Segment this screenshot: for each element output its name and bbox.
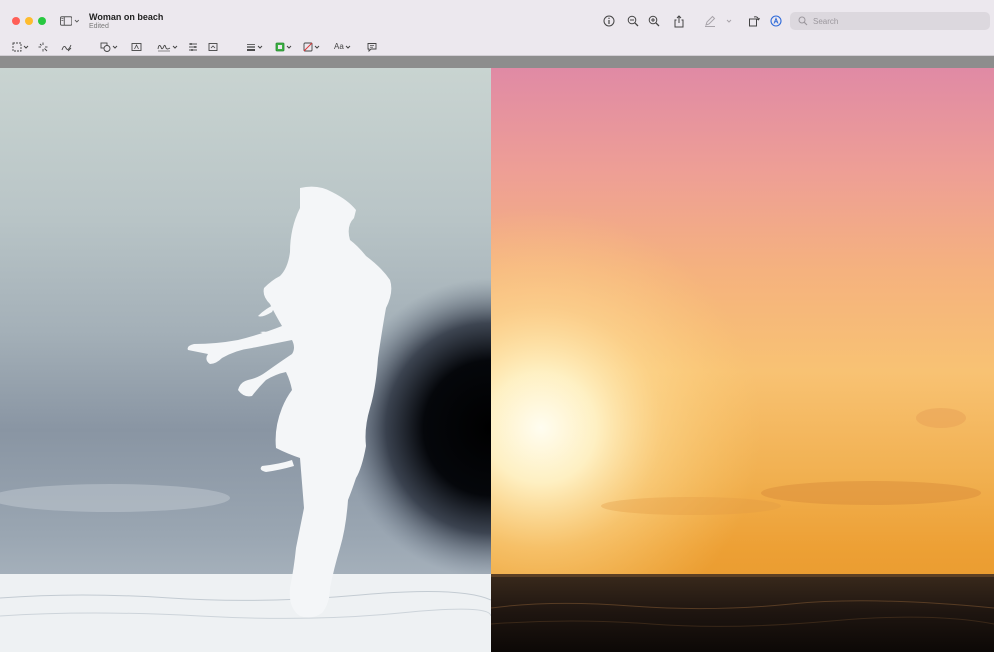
woman-silhouette-scene	[0, 68, 491, 652]
adjust-color-button[interactable]	[188, 41, 198, 52]
adjust-size-icon	[208, 42, 218, 51]
adjust-size-button[interactable]	[208, 41, 218, 52]
search-icon	[798, 16, 808, 26]
chevron-down-icon	[345, 45, 351, 49]
selection-tools-button[interactable]	[12, 41, 29, 52]
markup-toolbar: Aa	[0, 38, 994, 55]
sidebar-toggle-icon	[60, 16, 73, 26]
preview-window: Woman on beach Edited Search Aa	[0, 0, 994, 652]
rect-select-icon	[12, 42, 22, 51]
sunset-scene	[491, 68, 994, 652]
image-canvas[interactable]	[0, 68, 994, 652]
sidebar-toggle-button[interactable]	[60, 13, 80, 29]
border-color-button[interactable]	[275, 41, 292, 52]
document-status: Edited	[89, 23, 109, 30]
text-style-label: Aa	[334, 42, 344, 51]
chevron-down-icon	[23, 45, 29, 49]
document-title[interactable]: Woman on beach	[89, 12, 163, 22]
text-box-icon	[131, 42, 142, 51]
share-button[interactable]	[671, 13, 687, 29]
fill-color-icon	[303, 42, 313, 51]
signature-button[interactable]	[157, 41, 178, 52]
sketch-button[interactable]	[61, 41, 72, 52]
sketch-icon	[61, 44, 72, 51]
chevron-down-icon	[257, 45, 263, 49]
info-icon	[603, 15, 615, 27]
maximize-button[interactable]	[38, 17, 46, 25]
highlight-menu-button[interactable]	[724, 13, 734, 29]
shapes-button[interactable]	[100, 41, 118, 52]
text-style-button[interactable]: Aa	[334, 41, 351, 52]
markup-button[interactable]	[768, 13, 784, 29]
chevron-down-icon	[112, 45, 118, 49]
border-style-icon	[247, 43, 255, 51]
minimize-button[interactable]	[25, 17, 33, 25]
chevron-down-icon	[74, 19, 80, 23]
signature-icon	[157, 44, 171, 51]
chevron-down-icon	[286, 45, 292, 49]
share-icon	[674, 14, 684, 27]
markup-icon	[770, 15, 782, 27]
shapes-icon	[100, 42, 111, 52]
note-button[interactable]	[367, 41, 377, 52]
title-bar: Woman on beach Edited Search	[0, 0, 994, 38]
note-icon	[367, 42, 377, 52]
search-field[interactable]: Search	[790, 12, 990, 30]
text-box-button[interactable]	[131, 41, 142, 52]
border-color-icon	[275, 42, 285, 51]
zoom-out-button[interactable]	[625, 13, 641, 29]
info-button[interactable]	[601, 13, 617, 29]
rotate-button[interactable]	[746, 13, 762, 29]
zoom-in-button[interactable]	[646, 13, 662, 29]
sunset-sky-original	[491, 68, 994, 652]
instant-alpha-button[interactable]	[38, 41, 48, 52]
zoom-in-icon	[648, 15, 660, 27]
cutout-inverted-half	[0, 68, 491, 652]
border-style-button[interactable]	[246, 41, 263, 52]
chevron-down-icon	[726, 19, 732, 23]
chevron-down-icon	[172, 45, 178, 49]
search-placeholder: Search	[813, 16, 839, 26]
rotate-icon	[749, 16, 760, 27]
instant-alpha-icon	[38, 42, 48, 51]
chevron-down-icon	[314, 45, 320, 49]
highlight-button[interactable]	[702, 13, 718, 29]
close-button[interactable]	[12, 17, 20, 25]
zoom-out-icon	[627, 15, 639, 27]
fill-color-button[interactable]	[303, 41, 320, 52]
highlight-pen-icon	[705, 15, 716, 27]
adjust-color-icon	[189, 42, 197, 51]
canvas-top-margin	[0, 56, 994, 68]
